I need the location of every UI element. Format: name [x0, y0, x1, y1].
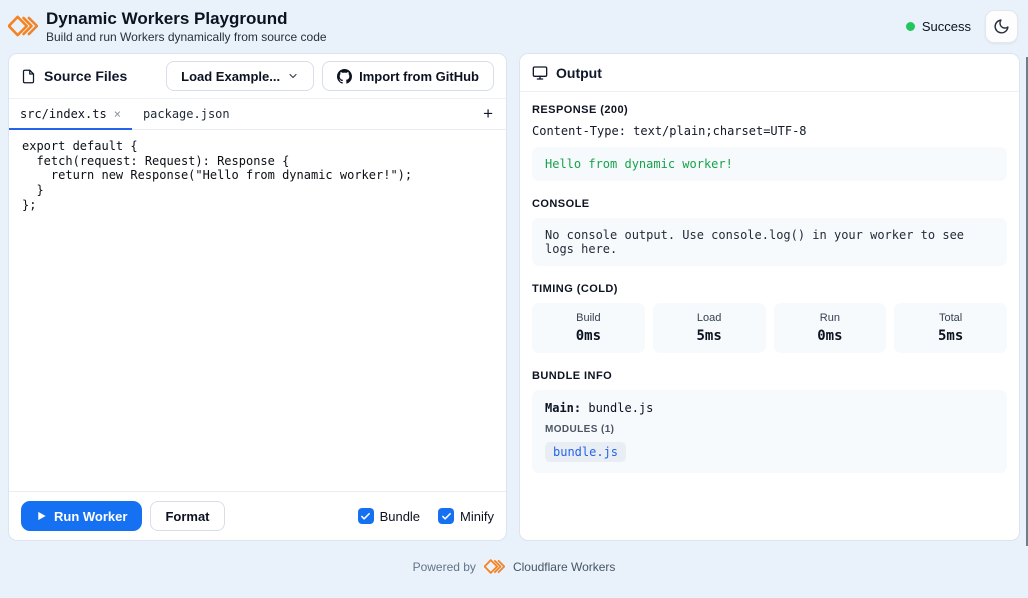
response-heading: RESPONSE (200) — [532, 104, 1007, 116]
timing-label: Run — [780, 312, 881, 324]
add-file-button[interactable]: + — [470, 99, 506, 129]
import-github-label: Import from GitHub — [359, 69, 479, 84]
moon-icon — [993, 18, 1010, 35]
source-files-panel: Source Files Load Example... Import from — [8, 53, 507, 541]
timing-value: 0ms — [780, 328, 881, 344]
powered-by-label: Powered by — [413, 560, 476, 574]
tab-src-index-ts[interactable]: src/index.ts × — [9, 99, 132, 129]
bundle-info-heading: BUNDLE INFO — [532, 370, 1007, 382]
tab-label: src/index.ts — [20, 107, 107, 121]
module-link-bundle-js[interactable]: bundle.js — [545, 442, 626, 462]
minify-label: Minify — [460, 509, 494, 524]
response-body: Hello from dynamic worker! — [532, 147, 1007, 181]
response-section: RESPONSE (200) Content-Type: text/plain;… — [532, 104, 1007, 181]
timing-card-load: Load 5ms — [653, 303, 766, 353]
modules-heading: MODULES (1) — [545, 424, 994, 435]
bundle-main-line: Main: bundle.js — [545, 401, 994, 415]
checkbox-checked-icon — [438, 508, 454, 524]
minify-checkbox[interactable]: Minify — [438, 508, 494, 524]
tab-package-json[interactable]: package.json — [132, 99, 241, 129]
bundle-info-section: BUNDLE INFO Main: bundle.js MODULES (1) … — [532, 370, 1007, 473]
format-button[interactable]: Format — [150, 501, 224, 531]
file-icon — [21, 69, 36, 84]
timing-section: TIMING (COLD) Build 0ms Load 5ms Run 0ms — [532, 283, 1007, 353]
format-label: Format — [165, 509, 209, 524]
checkbox-checked-icon — [358, 508, 374, 524]
chevron-down-icon — [287, 70, 299, 82]
output-panel: Output RESPONSE (200) Content-Type: text… — [519, 53, 1020, 541]
console-heading: CONSOLE — [532, 198, 1007, 210]
timing-card-run: Run 0ms — [774, 303, 887, 353]
main-content: Source Files Load Example... Import from — [8, 53, 1020, 541]
brand: Dynamic Workers Playground Build and run… — [8, 9, 327, 45]
footer: Powered by Cloudflare Workers — [0, 556, 1028, 577]
page-title: Dynamic Workers Playground — [46, 9, 327, 29]
timing-card-total: Total 5ms — [894, 303, 1007, 353]
load-example-dropdown[interactable]: Load Example... — [166, 61, 314, 91]
bundle-checkbox[interactable]: Bundle — [358, 508, 420, 524]
play-icon — [36, 510, 47, 522]
import-from-github-button[interactable]: Import from GitHub — [322, 61, 494, 91]
output-title: Output — [556, 65, 602, 81]
workers-logo-icon — [8, 11, 38, 41]
github-icon — [337, 69, 352, 84]
timing-value: 5ms — [659, 328, 760, 344]
timing-value: 5ms — [900, 328, 1001, 344]
load-example-label: Load Example... — [181, 69, 280, 84]
dark-mode-toggle-button[interactable] — [985, 10, 1018, 43]
editor-toolbar: Run Worker Format Bundle Minify — [9, 491, 506, 540]
status-label: Success — [922, 19, 971, 34]
monitor-icon — [532, 65, 548, 81]
tab-label: package.json — [143, 107, 230, 121]
console-empty-message: No console output. Use console.log() in … — [532, 218, 1007, 266]
response-content-type: Content-Type: text/plain;charset=UTF-8 — [532, 124, 1007, 138]
console-section: CONSOLE No console output. Use console.l… — [532, 198, 1007, 266]
timing-value: 0ms — [538, 328, 639, 344]
run-worker-label: Run Worker — [54, 509, 127, 524]
status-dot-icon — [906, 22, 915, 31]
timing-label: Total — [900, 312, 1001, 324]
bundle-main-value: bundle.js — [588, 401, 653, 415]
close-tab-icon[interactable]: × — [114, 108, 121, 120]
bundle-main-label: Main: — [545, 401, 581, 415]
timing-label: Load — [659, 312, 760, 324]
timing-label: Build — [538, 312, 639, 324]
timing-heading: TIMING (COLD) — [532, 283, 1007, 295]
run-worker-button[interactable]: Run Worker — [21, 501, 142, 531]
code-editor[interactable]: export default { fetch(request: Request)… — [9, 130, 506, 491]
cloudflare-workers-label: Cloudflare Workers — [513, 560, 615, 574]
status-badge: Success — [906, 19, 971, 34]
file-tabbar: src/index.ts × package.json + — [9, 99, 506, 130]
page-subtitle: Build and run Workers dynamically from s… — [46, 30, 327, 44]
source-files-title: Source Files — [44, 68, 127, 84]
bundle-label: Bundle — [380, 509, 420, 524]
app-header: Dynamic Workers Playground Build and run… — [0, 0, 1028, 49]
cloudflare-logo-icon — [484, 556, 505, 577]
timing-card-build: Build 0ms — [532, 303, 645, 353]
